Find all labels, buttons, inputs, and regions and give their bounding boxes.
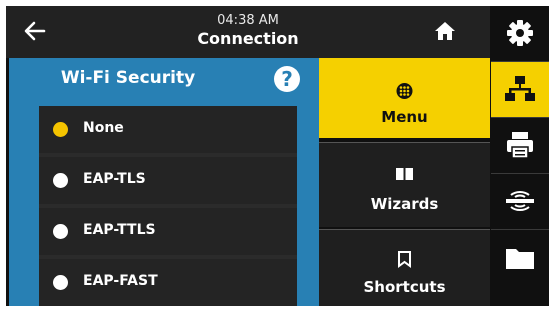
files-tab[interactable] (491, 230, 549, 285)
security-options-list: None EAP-TLS EAP-TTLS EAP-FAST (39, 106, 297, 306)
side-icon-bar (491, 6, 549, 306)
settings-tab[interactable] (491, 6, 549, 62)
panel-title: Wi-Fi Security (60, 68, 196, 88)
book-icon (396, 168, 413, 180)
bookmark-icon (398, 251, 411, 268)
radio-icon (53, 173, 68, 188)
option-eap-tls[interactable]: EAP-TLS (39, 157, 297, 204)
radio-icon (53, 224, 68, 239)
menu-grid-icon (396, 83, 413, 99)
folder-icon (506, 249, 534, 269)
option-label: EAP-TTLS (83, 222, 156, 238)
printer-icon (507, 132, 533, 159)
home-icon[interactable] (433, 19, 457, 43)
connection-tab[interactable] (491, 62, 549, 118)
shortcuts-button[interactable]: Shortcuts (319, 229, 490, 306)
header-bar: 04:38 AM Connection (6, 6, 490, 58)
help-icon[interactable]: ? (274, 66, 300, 92)
wizards-button[interactable]: Wizards (319, 142, 490, 227)
radio-selected-icon (53, 122, 68, 137)
option-label: None (83, 120, 124, 136)
wizards-label: Wizards (370, 195, 439, 213)
option-eap-ttls[interactable]: EAP-TTLS (39, 208, 297, 255)
option-label: EAP-TLS (83, 171, 146, 187)
option-eap-fast[interactable]: EAP-FAST (39, 259, 297, 306)
network-icon (505, 76, 535, 101)
menu-label: Menu (381, 108, 428, 126)
shortcuts-label: Shortcuts (363, 278, 446, 296)
printer-screen: 04:38 AM Connection Wi-Fi Security ? Non… (6, 6, 549, 306)
option-label: EAP-FAST (83, 273, 158, 289)
radio-icon (53, 275, 68, 290)
print-tab[interactable] (491, 118, 549, 174)
sensor-tab[interactable] (491, 174, 549, 230)
page-title: Connection (197, 29, 299, 48)
menu-button[interactable]: Menu (319, 58, 490, 138)
option-none[interactable]: None (39, 106, 297, 153)
wifi-security-panel: Wi-Fi Security ? None EAP-TLS EAP-TTLS E… (9, 58, 319, 306)
wireless-sensor-icon (506, 190, 534, 212)
clock-time: 04:38 AM (217, 13, 279, 28)
gear-icon (507, 20, 533, 46)
